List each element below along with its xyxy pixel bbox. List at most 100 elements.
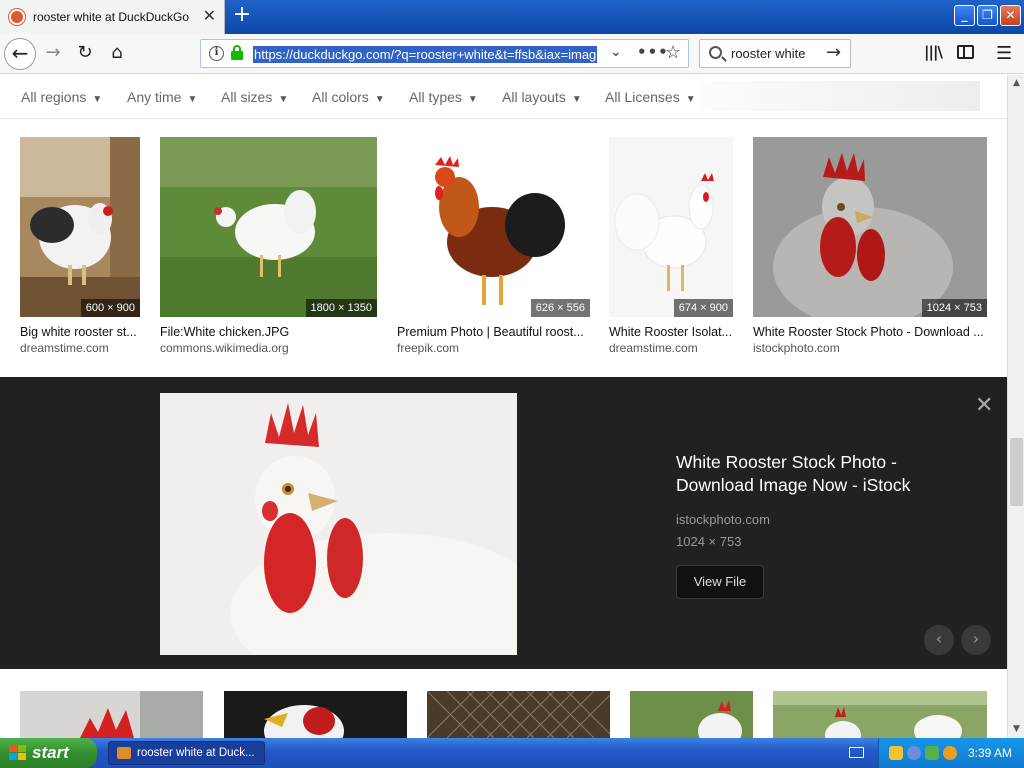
filter-label: All colors	[312, 89, 369, 105]
chevron-down-icon[interactable]: ⌄	[610, 44, 622, 60]
image-dimensions: 1024 × 753	[921, 299, 987, 317]
page-scrollbar[interactable]: ▲ ▼	[1007, 75, 1024, 738]
sidebar-toggle-icon[interactable]	[957, 45, 974, 59]
rooster-photo-image	[20, 137, 140, 317]
tab-bar: rooster white at DuckDuckGo ✕ + _ ❐ ✕	[0, 0, 1024, 34]
result-thumbnail[interactable]: 626 × 556	[397, 137, 590, 317]
search-tray-icon[interactable]	[943, 746, 957, 760]
navigation-toolbar: ← → ↻ ⌂ i https://duckduckgo.com/?q=roos…	[0, 34, 1024, 74]
result-source[interactable]: istockphoto.com	[753, 341, 987, 355]
window-close-button[interactable]: ✕	[1000, 5, 1021, 26]
filter-label: All regions	[21, 89, 87, 105]
back-arrow-icon[interactable]: ←	[4, 38, 36, 70]
search-bar[interactable]: rooster white →	[699, 39, 851, 68]
view-file-button[interactable]: View File	[676, 565, 764, 599]
window-minimize-button[interactable]: _	[954, 5, 975, 26]
filter-types[interactable]: All types ▼	[409, 89, 478, 105]
caret-down-icon: ▼	[571, 94, 582, 105]
result-caption[interactable]: White Rooster Stock Photo - Download ...	[753, 325, 987, 339]
caged-rooster-image	[427, 691, 610, 738]
taskbar-window-item[interactable]: rooster white at Duck...	[108, 741, 265, 765]
tab-close-icon[interactable]: ✕	[203, 8, 216, 24]
search-go-arrow-icon[interactable]: →	[826, 42, 841, 63]
faded-filter-area	[700, 81, 980, 111]
filter-label: All Licenses	[605, 89, 680, 105]
start-button[interactable]: start	[0, 738, 97, 768]
close-icon[interactable]: ✕	[975, 395, 993, 417]
network-icon[interactable]	[907, 746, 921, 760]
image-result[interactable]	[224, 691, 407, 738]
result-source[interactable]: freepik.com	[397, 341, 590, 355]
lock-icon[interactable]	[231, 45, 243, 61]
image-result[interactable]: 600 × 900 Big white rooster st... dreams…	[20, 137, 140, 355]
browser-tab[interactable]: rooster white at DuckDuckGo ✕	[0, 0, 225, 34]
detail-source[interactable]: istockphoto.com	[676, 512, 770, 527]
window-restore-button[interactable]: ❐	[977, 5, 998, 26]
result-source[interactable]: dreamstime.com	[20, 341, 140, 355]
image-detail-panel: White Rooster Stock Photo - Download Ima…	[0, 377, 1007, 669]
image-result[interactable]	[773, 691, 987, 738]
image-result[interactable]	[630, 691, 753, 738]
home-icon[interactable]: ⌂	[105, 42, 129, 66]
filter-sizes[interactable]: All sizes ▼	[221, 89, 288, 105]
search-icon	[709, 46, 722, 59]
filter-time[interactable]: Any time ▼	[127, 89, 197, 105]
filter-label: All layouts	[502, 89, 566, 105]
result-thumbnail[interactable]: 674 × 900	[609, 137, 733, 317]
filter-layouts[interactable]: All layouts ▼	[502, 89, 582, 105]
caret-down-icon: ▼	[92, 94, 103, 105]
windows-logo-icon	[9, 745, 27, 761]
filter-regions[interactable]: All regions ▼	[21, 89, 102, 105]
image-result[interactable]: 1024 × 753 White Rooster Stock Photo - D…	[753, 137, 987, 355]
page-content: All regions ▼ Any time ▼ All sizes ▼ All co…	[0, 75, 1007, 738]
result-caption[interactable]: Premium Photo | Beautiful roost...	[397, 325, 590, 339]
scroll-down-icon[interactable]: ▼	[1008, 721, 1024, 738]
reload-icon[interactable]: ↻	[73, 42, 97, 66]
new-tab-button[interactable]: +	[230, 4, 254, 28]
brown-rooster-photo-image	[397, 137, 590, 317]
image-dimensions: 674 × 900	[673, 299, 733, 317]
caret-down-icon: ▼	[685, 94, 696, 105]
scrollbar-thumb[interactable]	[1010, 438, 1023, 506]
search-input[interactable]: rooster white	[731, 46, 805, 61]
page-actions-icon[interactable]: •••	[637, 43, 669, 61]
clock: 3:39 AM	[968, 746, 1013, 760]
caret-down-icon: ▼	[467, 94, 478, 105]
site-info-icon[interactable]: i	[209, 46, 224, 61]
caret-down-icon: ▼	[278, 94, 289, 105]
result-thumbnail[interactable]: 1800 × 1350	[160, 137, 377, 317]
detail-image[interactable]	[160, 393, 517, 655]
white-rooster-isolated-image	[609, 137, 733, 317]
white-rooster-large-image	[160, 393, 517, 655]
image-result[interactable]: 674 × 900 White Rooster Isolat... dreams…	[609, 137, 733, 355]
filter-licenses[interactable]: All Licenses ▼	[605, 89, 696, 105]
filter-colors[interactable]: All colors ▼	[312, 89, 385, 105]
url-input[interactable]: https://duckduckgo.com/?q=rooster+white&…	[253, 46, 598, 63]
result-caption[interactable]: File:White chicken.JPG	[160, 325, 377, 339]
url-bar[interactable]: i https://duckduckgo.com/?q=rooster+whit…	[200, 39, 689, 68]
image-result[interactable]: 626 × 556 Premium Photo | Beautiful roos…	[397, 137, 590, 355]
firefox-task-icon	[117, 747, 131, 759]
result-thumbnail[interactable]: 1024 × 753	[753, 137, 987, 317]
keyboard-icon[interactable]	[849, 747, 864, 758]
result-source[interactable]: dreamstime.com	[609, 341, 733, 355]
result-caption[interactable]: Big white rooster st...	[20, 325, 140, 339]
bookmark-star-icon[interactable]: ☆	[665, 42, 681, 63]
image-result[interactable]	[427, 691, 610, 738]
rooster-thumbnail-image	[20, 691, 203, 738]
chevron-left-icon[interactable]: ‹	[924, 625, 954, 655]
tab-title: rooster white at DuckDuckGo	[33, 10, 190, 24]
library-icon[interactable]: |||\	[924, 43, 943, 61]
forward-arrow-icon[interactable]: →	[41, 42, 65, 66]
chevron-right-icon[interactable]: ›	[961, 625, 991, 655]
image-dimensions: 1800 × 1350	[305, 299, 377, 317]
hamburger-menu-icon[interactable]: ☰	[996, 43, 1012, 64]
update-icon[interactable]	[925, 746, 939, 760]
scroll-up-icon[interactable]: ▲	[1008, 75, 1024, 92]
image-result[interactable]: 1800 × 1350 File:White chicken.JPG commo…	[160, 137, 377, 355]
result-thumbnail[interactable]: 600 × 900	[20, 137, 140, 317]
result-caption[interactable]: White Rooster Isolat...	[609, 325, 733, 339]
image-result[interactable]	[20, 691, 203, 738]
result-source[interactable]: commons.wikimedia.org	[160, 341, 377, 355]
shield-icon[interactable]	[889, 746, 903, 760]
